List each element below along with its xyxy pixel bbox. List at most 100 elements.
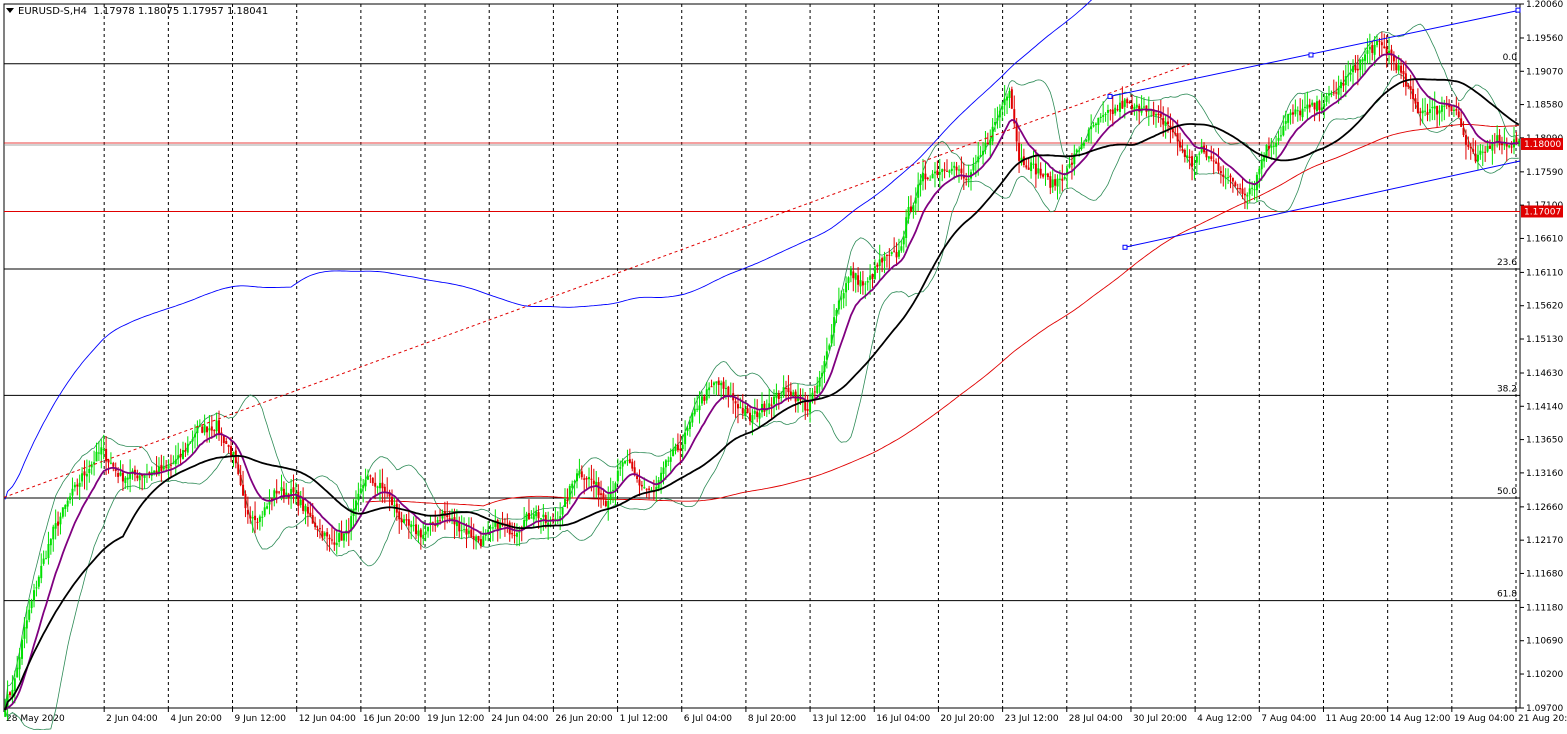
- candle-body: [254, 515, 257, 521]
- channel-anchor-point: [1515, 7, 1521, 13]
- candle-body: [1402, 71, 1405, 75]
- candle-body: [945, 170, 948, 172]
- x-tick-label: 16 Jun 20:00: [363, 714, 420, 724]
- candle-body: [417, 530, 420, 536]
- x-tick-label: 13 Jul 12:00: [812, 714, 866, 724]
- candle-body: [1356, 68, 1359, 71]
- candle-body: [261, 516, 264, 518]
- candle-body: [61, 507, 64, 517]
- candle-body: [1472, 149, 1475, 152]
- candle-body: [1327, 93, 1330, 96]
- price-chart[interactable]: 1.200601.195601.190701.185801.180901.175…: [0, 0, 1567, 731]
- candle-body: [415, 524, 418, 535]
- candle-body: [242, 484, 245, 496]
- candle-body: [266, 506, 269, 509]
- candle-body: [18, 657, 21, 670]
- candle-body: [1157, 113, 1160, 116]
- candle-body: [782, 387, 785, 396]
- x-tick-label: 4 Jun 20:00: [170, 714, 222, 724]
- candle-body: [746, 408, 749, 413]
- candle-body: [1176, 133, 1179, 142]
- candle-body: [482, 536, 485, 546]
- candle-body: [1104, 113, 1107, 115]
- candle-body: [681, 444, 684, 449]
- candle-body: [583, 478, 586, 480]
- y-tick-label: 1.09700: [1526, 704, 1563, 714]
- x-tick-label: 1 Jul 12:00: [620, 714, 669, 724]
- candle-body: [1450, 105, 1453, 112]
- candle-body: [736, 404, 739, 409]
- candle-body: [1488, 145, 1491, 149]
- candle-body: [1378, 40, 1381, 42]
- chart-header: EURUSD-S,H4 1.17978 1.18075 1.17957 1.18…: [6, 6, 268, 17]
- candle-body: [1342, 83, 1345, 86]
- candle-body: [1241, 188, 1244, 194]
- candle-body: [744, 409, 747, 416]
- candle-body: [1135, 104, 1138, 108]
- candle-body: [1332, 92, 1335, 94]
- candle-body: [1397, 65, 1400, 71]
- collapse-triangle-icon[interactable]: [6, 8, 14, 13]
- candle-body: [1248, 188, 1251, 195]
- candle-body: [256, 521, 259, 523]
- candle-body: [1102, 115, 1105, 117]
- candle-body: [527, 512, 530, 520]
- candle-body: [1260, 159, 1263, 170]
- candle-body: [1075, 149, 1078, 153]
- x-tick-label: 24 Jun 04:00: [491, 714, 548, 724]
- candle-body: [794, 391, 797, 402]
- candle-body: [1239, 187, 1242, 190]
- candle-body: [912, 205, 915, 212]
- candle-body: [835, 310, 838, 316]
- candle-body: [439, 520, 442, 522]
- candle-body: [563, 498, 566, 507]
- candle-body: [479, 539, 482, 547]
- candle-body: [789, 391, 792, 396]
- candle-body: [1335, 92, 1338, 94]
- candle-body: [905, 217, 908, 239]
- symbol-label: EURUSD-S,H4: [18, 6, 87, 17]
- candle-body: [864, 283, 867, 285]
- candle-body: [376, 486, 379, 488]
- candle-body: [960, 168, 963, 174]
- candle-body: [722, 381, 725, 389]
- candle-body: [318, 528, 321, 530]
- candle-body: [1400, 65, 1403, 73]
- candle-body: [840, 298, 843, 300]
- candle-body: [1001, 106, 1004, 110]
- candle-body: [1476, 154, 1479, 162]
- candle-body: [792, 392, 795, 395]
- candle-body: [1481, 151, 1484, 153]
- candle-body: [1174, 133, 1177, 135]
- candle-body: [693, 408, 696, 415]
- candle-body: [828, 345, 831, 350]
- y-tick-label: 1.11680: [1526, 569, 1563, 579]
- chart-canvas[interactable]: 1.200601.195601.190701.185801.180901.175…: [0, 0, 1567, 731]
- candle-body: [1195, 156, 1198, 163]
- candle-body: [292, 487, 295, 493]
- candle-body: [25, 620, 28, 629]
- candle-body: [314, 522, 317, 528]
- candle-body: [739, 406, 742, 408]
- candle-body: [463, 529, 466, 531]
- candle-body: [900, 246, 903, 251]
- candle-body: [626, 460, 629, 462]
- candle-body: [667, 460, 670, 462]
- candle-body: [1359, 59, 1362, 70]
- candle-body: [1171, 128, 1174, 133]
- candle-body: [28, 609, 31, 620]
- candle-body: [299, 499, 302, 506]
- candle-body: [73, 484, 76, 488]
- x-tick-label: 20 Jul 20:00: [940, 714, 994, 724]
- candle-body: [1383, 46, 1386, 49]
- candle-body: [1193, 163, 1196, 165]
- candle-body: [921, 172, 924, 182]
- candle-body: [866, 280, 869, 283]
- candle-body: [1416, 101, 1419, 114]
- candle-body: [304, 505, 307, 512]
- candle-body: [1385, 46, 1388, 54]
- candle-body: [573, 481, 576, 483]
- candle-body: [366, 476, 369, 480]
- x-tick-label: 16 Jul 04:00: [876, 714, 930, 724]
- candle-body: [688, 421, 691, 430]
